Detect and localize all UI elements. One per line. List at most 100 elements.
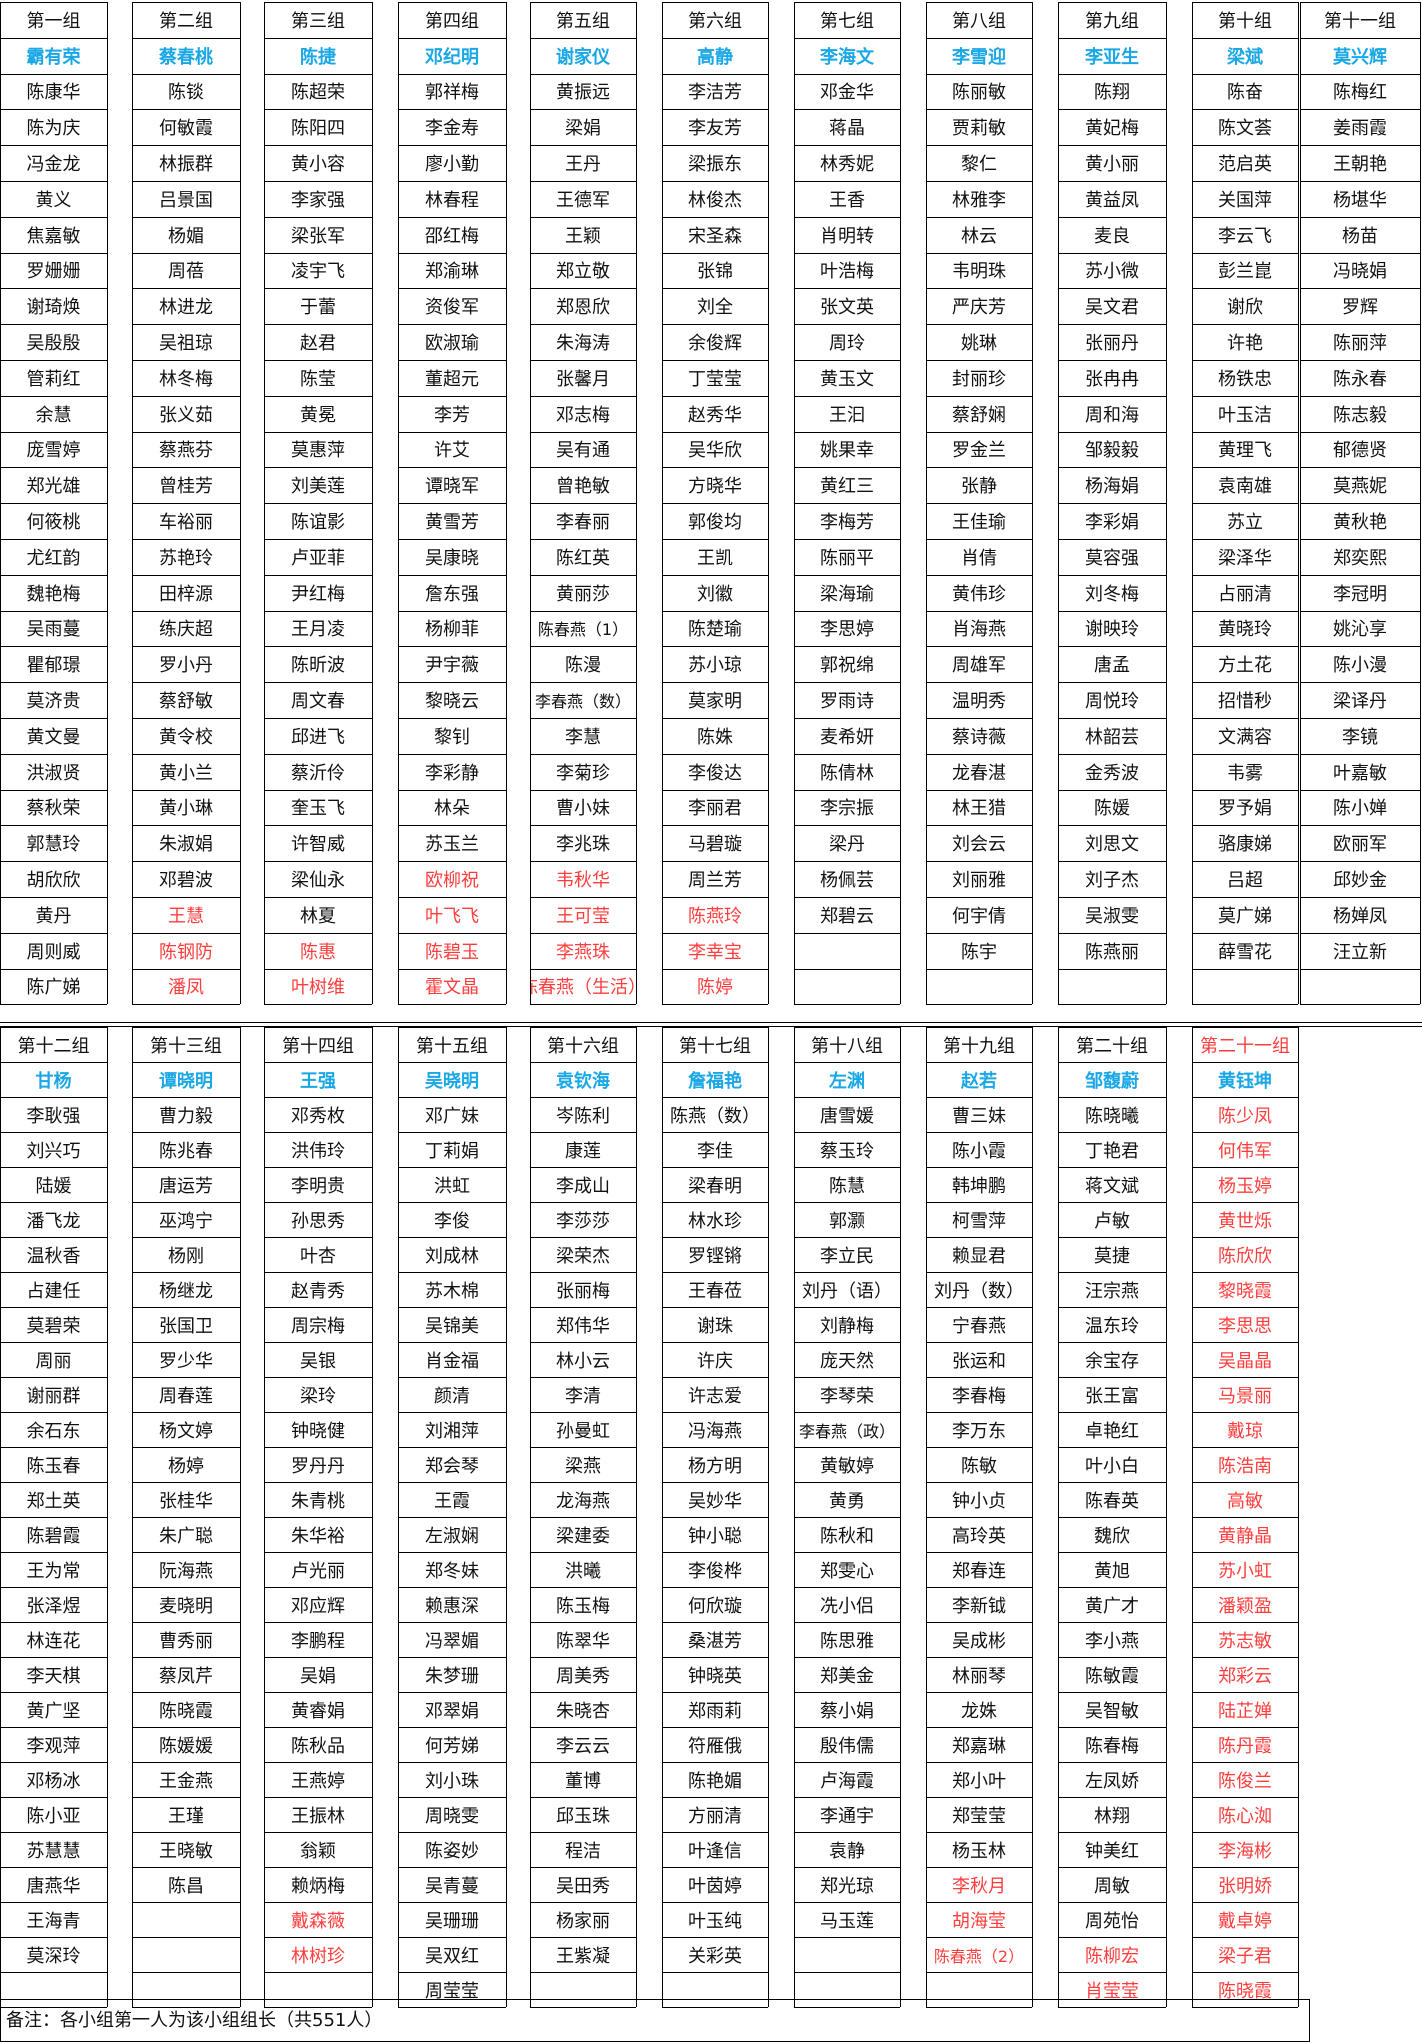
group-member: 杨佩芸 (820, 870, 874, 892)
grid-line (264, 432, 372, 433)
group-member: 尹红梅 (291, 583, 345, 605)
group-member: 贾莉敏 (952, 118, 1006, 140)
group-member: 李春燕（政） (798, 1421, 895, 1441)
group-member: 杨刚 (168, 1245, 204, 1267)
grid-line (1300, 503, 1420, 504)
grid-line (530, 467, 636, 468)
grid-line (0, 718, 107, 719)
grid-line (926, 288, 1032, 289)
grid-line (530, 1937, 636, 1938)
grid-line (0, 1999, 1, 2042)
grid-line (662, 1167, 768, 1168)
grid-line (1300, 38, 1420, 39)
grid-line (0, 861, 107, 862)
grid-line (1192, 1062, 1298, 1063)
grid-line (1058, 1412, 1166, 1413)
grid-line (794, 933, 900, 934)
grid-line (132, 790, 240, 791)
grid-line (132, 1307, 240, 1308)
group-member: 陈晓霞 (159, 1700, 213, 1722)
grid-line (1058, 217, 1166, 218)
group-member: 莫广娣 (1218, 905, 1272, 927)
group-member: 陈红英 (556, 547, 610, 569)
group-member: 周则威 (26, 941, 81, 963)
group-member: 姜雨霞 (1333, 118, 1387, 140)
grid-line (530, 1832, 636, 1833)
group-member: 黄秋艳 (1333, 512, 1387, 534)
grid-line (662, 1587, 768, 1588)
group-member: 黄益凤 (1085, 189, 1139, 211)
grid-line (1192, 1377, 1298, 1378)
grid-line (1192, 1027, 1298, 1028)
group-member: 杨媚 (168, 225, 204, 247)
grid-line (530, 1972, 636, 1973)
group-member: 陈永春 (1333, 368, 1387, 390)
grid-line (0, 1062, 107, 1063)
group-member: 郑伟华 (556, 1315, 610, 1337)
grid-line (398, 1552, 506, 1553)
grid-line (1058, 861, 1166, 862)
group-member: 陈春英 (1085, 1490, 1139, 1512)
group-member: 陈燕丽 (1085, 941, 1139, 963)
group-member: 邱妙金 (1333, 870, 1387, 892)
grid-line (926, 1237, 1032, 1238)
group-member: 朱晓杏 (556, 1700, 610, 1722)
grid-line (1058, 682, 1166, 683)
grid-line (398, 539, 506, 540)
group-member: 林秀妮 (820, 154, 874, 176)
grid-line (530, 288, 636, 289)
group-member: 李春梅 (952, 1385, 1006, 1407)
group-member: 钟晓健 (291, 1420, 345, 1442)
grid-line (530, 539, 636, 540)
grid-line (794, 825, 900, 826)
grid-line (1300, 539, 1420, 540)
grid-line (530, 181, 636, 182)
grid-line (926, 1097, 1032, 1098)
grid-line (264, 396, 372, 397)
group-member: 何宇倩 (952, 905, 1006, 927)
group-member: 卢敏 (1094, 1210, 1130, 1232)
grid-line (926, 825, 1032, 826)
grid-line (662, 109, 768, 110)
grid-line (926, 1342, 1032, 1343)
group-leader: 甘杨 (35, 1070, 72, 1092)
grid-line (1300, 611, 1420, 612)
grid-line (0, 539, 107, 540)
grid-line (1058, 825, 1166, 826)
grid-line (1192, 432, 1298, 433)
grid-line (264, 539, 372, 540)
group-member: 廖小勤 (425, 154, 479, 176)
grid-line (1192, 646, 1298, 647)
grid-line (926, 1132, 1032, 1133)
group-member: 谢欣 (1227, 297, 1263, 319)
group-member: 王香 (829, 189, 865, 211)
grid-line (264, 1657, 372, 1658)
group-member: 杨方明 (688, 1455, 742, 1477)
group-member: 陈少凤 (1218, 1105, 1272, 1127)
footnote: 备注：各小组第一人为该小组组长（共551人） (6, 2010, 383, 2031)
grid-line (0, 969, 107, 970)
grid-line (926, 253, 1032, 254)
group-member: 黄广才 (1085, 1595, 1139, 1617)
grid-line (926, 1832, 1032, 1833)
grid-line (1192, 1237, 1298, 1238)
group-member: 林丽琴 (952, 1665, 1006, 1687)
grid-line (264, 754, 372, 755)
group-member: 陈丹霞 (1218, 1735, 1272, 1757)
group-member: 洪淑贤 (26, 762, 81, 784)
group-member: 霍文晶 (425, 977, 479, 999)
group-member: 陈小霞 (952, 1140, 1006, 1162)
group-member: 韦雾 (1227, 762, 1263, 784)
grid-line (0, 145, 107, 146)
grid-line (398, 1097, 506, 1098)
group-member: 郑碧云 (820, 905, 874, 927)
grid-line (662, 467, 768, 468)
grid-line (1192, 109, 1298, 110)
group-member: 冯晓娟 (1333, 261, 1387, 283)
grid-line (794, 1447, 900, 1448)
grid-line (1058, 1237, 1166, 1238)
grid-line (1058, 1097, 1166, 1098)
group-member: 杨玉婷 (1218, 1175, 1272, 1197)
group-member: 黄世烁 (1218, 1210, 1272, 1232)
grid-line (662, 1517, 768, 1518)
